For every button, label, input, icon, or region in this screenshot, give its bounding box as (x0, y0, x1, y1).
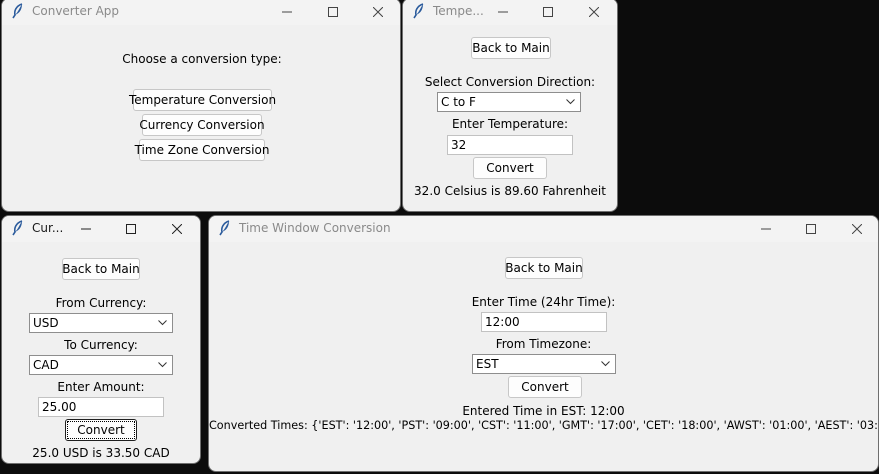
to-currency-label: To Currency: (64, 338, 138, 352)
to-currency-select[interactable]: CAD (29, 355, 173, 375)
minimize-button[interactable] (744, 216, 788, 242)
from-currency-select[interactable]: USD (29, 313, 173, 333)
maximize-button[interactable] (526, 0, 570, 25)
chevron-down-icon (158, 320, 167, 326)
window-title: Tempe... (433, 4, 484, 18)
back-to-main-button[interactable]: Back to Main (505, 257, 583, 279)
convert-button[interactable]: Convert (65, 419, 137, 441)
close-button[interactable] (155, 216, 199, 242)
time-conversion-window: Time Window Conversion Back to Main Ente… (208, 215, 879, 472)
maximize-icon (543, 7, 553, 17)
minimize-button[interactable] (481, 0, 525, 25)
maximize-button[interactable] (311, 0, 355, 25)
window-title: Time Window Conversion (239, 221, 391, 235)
feather-icon (413, 3, 424, 19)
maximize-button[interactable] (109, 216, 153, 242)
timezone-conversion-button[interactable]: Time Zone Conversion (135, 139, 269, 161)
back-to-main-button[interactable]: Back to Main (62, 258, 140, 280)
amount-input[interactable]: 25.00 (38, 397, 164, 417)
maximize-icon (328, 7, 338, 17)
close-icon (852, 224, 862, 234)
timezone-value: EST (476, 357, 499, 371)
chevron-down-icon (158, 362, 167, 368)
close-icon (172, 224, 182, 234)
minimize-icon (761, 228, 771, 230)
maximize-icon (806, 224, 816, 234)
time-label: Enter Time (24hr Time): (471, 295, 616, 309)
direction-select[interactable]: C to F (437, 92, 581, 112)
feather-icon (12, 220, 23, 236)
title-bar[interactable]: Time Window Conversion (209, 216, 878, 242)
close-button[interactable] (356, 0, 400, 25)
temperature-result: 32.0 Celsius is 89.60 Fahrenheit (414, 184, 606, 198)
minimize-button[interactable] (265, 0, 309, 25)
title-bar[interactable]: Cur... (2, 216, 200, 242)
minimize-button[interactable] (64, 216, 108, 242)
window-title: Cur... (32, 221, 64, 235)
title-bar[interactable]: Converter App (2, 0, 400, 25)
chevron-down-icon (566, 99, 575, 105)
from-currency-label: From Currency: (55, 296, 147, 310)
currency-conversion-button[interactable]: Currency Conversion (139, 114, 265, 136)
temperature-label: Enter Temperature: (451, 117, 569, 131)
to-currency-value: CAD (33, 358, 59, 372)
back-to-main-button[interactable]: Back to Main (471, 37, 551, 59)
convert-button[interactable]: Convert (508, 376, 582, 398)
timezone-label: From Timezone: (495, 337, 592, 351)
choose-prompt: Choose a conversion type: (122, 52, 282, 66)
close-icon (589, 7, 599, 17)
chevron-down-icon (601, 361, 610, 367)
time-input[interactable]: 12:00 (481, 312, 607, 332)
entered-time-result: Entered Time in EST: 12:00 (462, 404, 625, 418)
minimize-icon (81, 228, 91, 230)
close-button[interactable] (572, 0, 616, 25)
from-currency-value: USD (33, 316, 59, 330)
temperature-input[interactable]: 32 (447, 135, 573, 155)
amount-label: Enter Amount: (57, 380, 145, 394)
timezone-select[interactable]: EST (472, 354, 616, 374)
convert-button[interactable]: Convert (473, 157, 547, 179)
title-bar[interactable]: Tempe... (403, 0, 617, 25)
window-title: Converter App (32, 4, 120, 18)
temperature-window: Tempe... Back to Main Select Conversion … (402, 0, 618, 212)
converter-app-window: Converter App Choose a conversion type: … (1, 0, 401, 212)
currency-result: 25.0 USD is 33.50 CAD (32, 446, 170, 460)
minimize-icon (282, 11, 292, 13)
close-icon (373, 7, 383, 17)
close-button[interactable] (835, 216, 878, 242)
temperature-conversion-button[interactable]: Temperature Conversion (129, 89, 276, 111)
currency-window: Cur... Back to Main From Currency: USD T… (1, 215, 201, 464)
converted-times-result: Converted Times: {'EST': '12:00', 'PST':… (209, 419, 879, 432)
feather-icon (219, 220, 230, 236)
feather-icon (12, 3, 23, 19)
minimize-icon (498, 11, 508, 13)
maximize-icon (126, 224, 136, 234)
maximize-button[interactable] (789, 216, 833, 242)
direction-value: C to F (441, 95, 476, 109)
direction-label: Select Conversion Direction: (424, 75, 596, 89)
